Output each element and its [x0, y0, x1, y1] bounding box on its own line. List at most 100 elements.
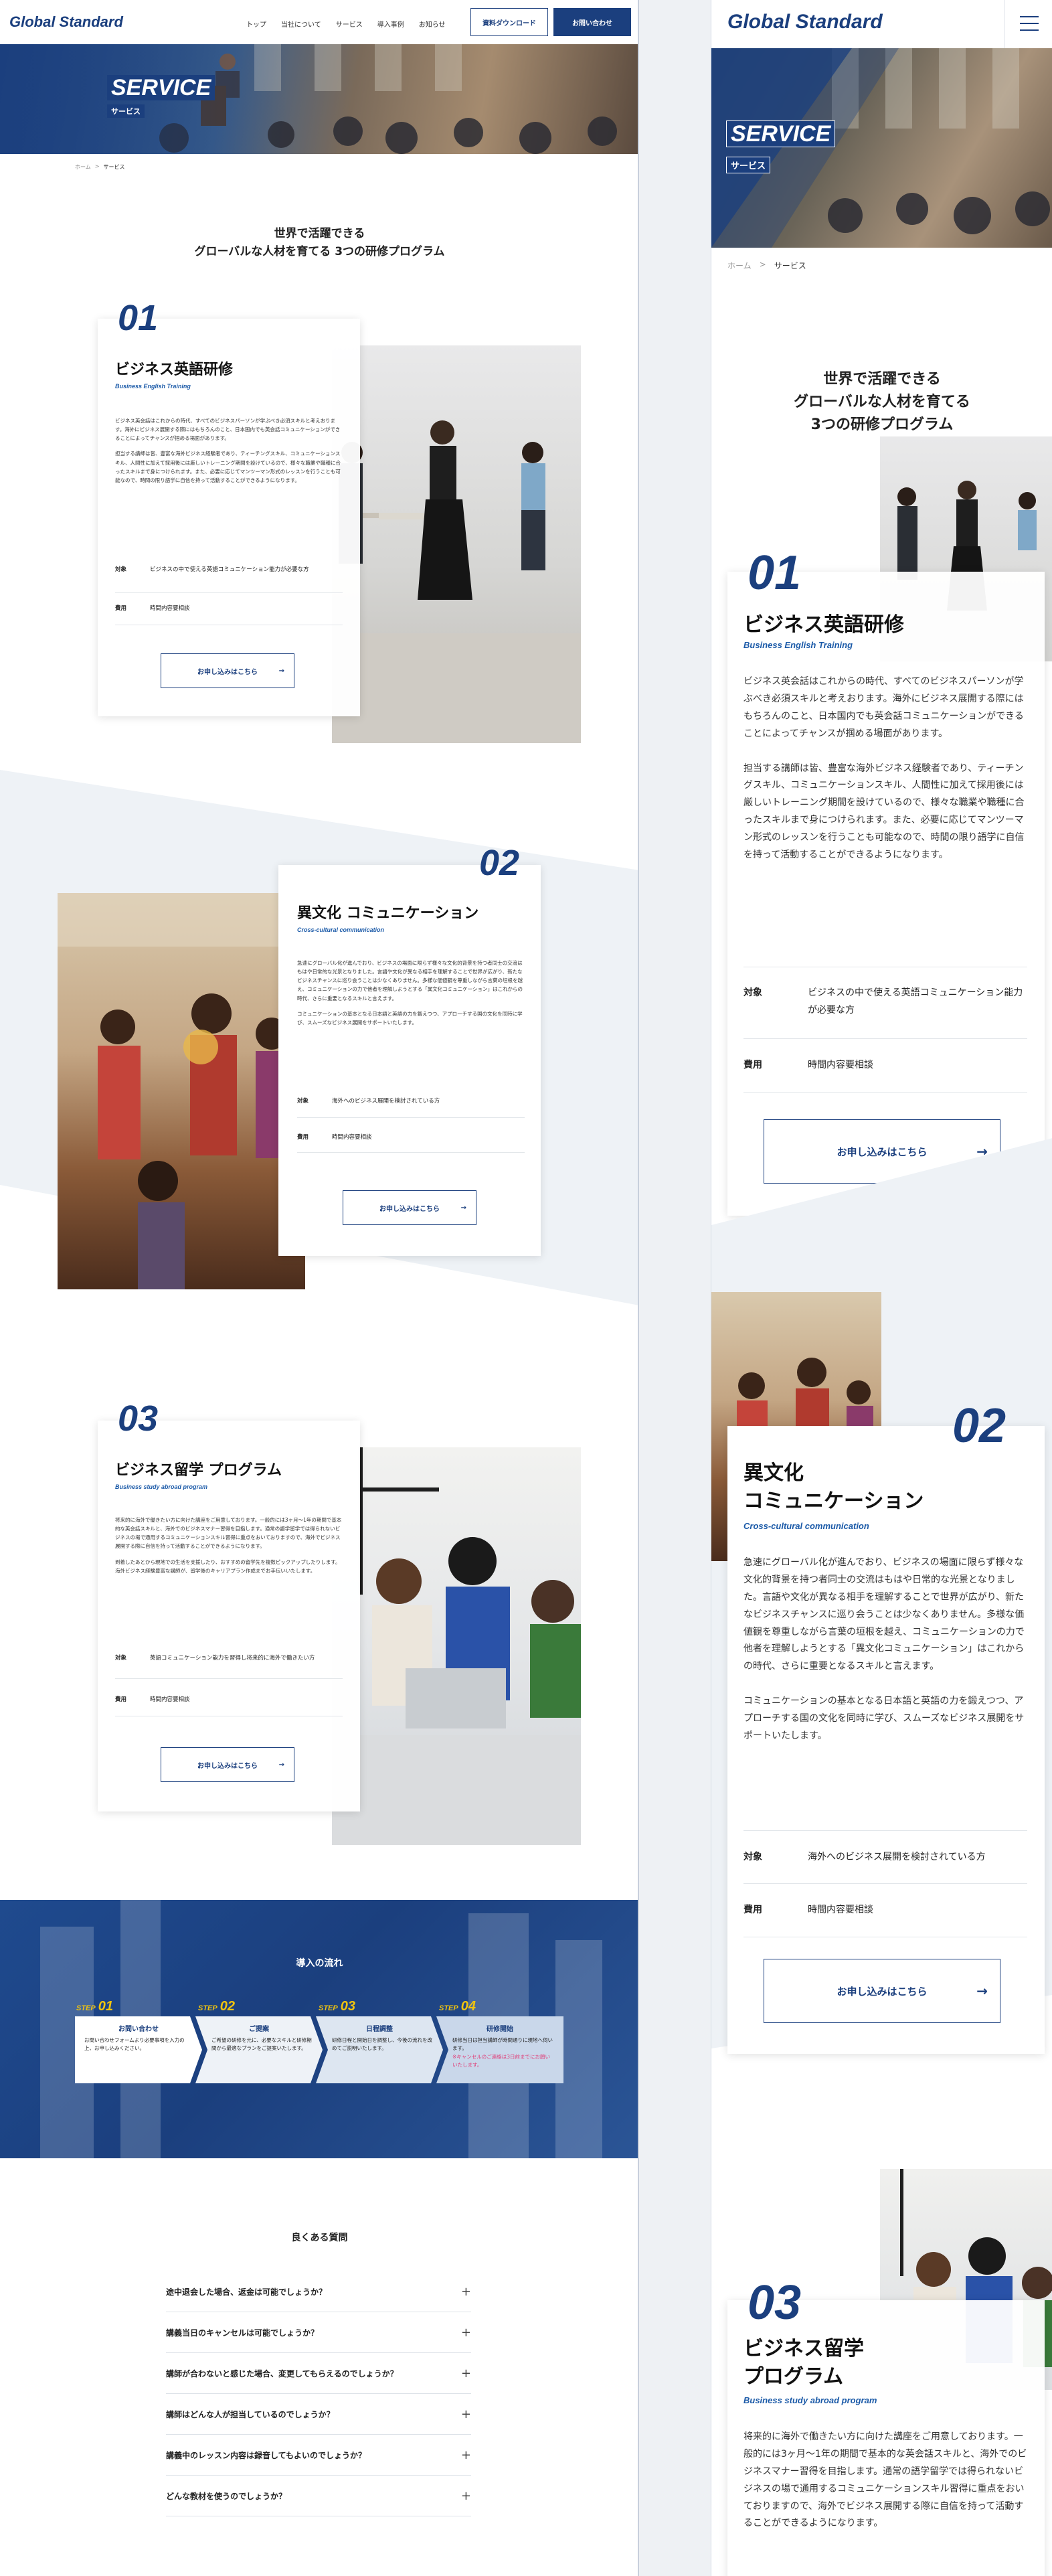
sp-program-03-title-line1: ビジネス留学: [743, 2337, 864, 2360]
arrow-right-icon: →: [976, 1983, 988, 1999]
faq-item[interactable]: 講義当日のキャンセルは可能でしょうか？ +: [166, 2313, 471, 2353]
nav-item-about[interactable]: 当社について: [281, 19, 321, 29]
program-02-number: 02: [479, 843, 520, 883]
program-03-fee-label: 費用: [115, 1696, 127, 1703]
flow-step-4-label: STEP 04: [439, 1999, 476, 2014]
flow-step-2: ご提案 ご希望の研修を元に、必要なスキルと研修期間から最適なプランをご提案いたし…: [195, 2016, 323, 2083]
sp-breadcrumb-separator: >: [759, 260, 766, 269]
faq-item[interactable]: 講師が合わないと感じた場合、変更してもらえるのでしょうか？ +: [166, 2354, 471, 2394]
sp-program-02-title-line1: 異文化: [743, 1461, 804, 1485]
program-01-apply-button[interactable]: お申し込みはこちら →: [161, 653, 294, 688]
sp-logo[interactable]: Global Standard: [727, 11, 883, 33]
program-02-target-value: 海外へのビジネス展開を検討されている方: [332, 1098, 440, 1105]
breadcrumb: ホーム > サービス: [75, 163, 124, 171]
intro-line2: グローバルな人材を育てる 3つの研修プログラム: [194, 245, 445, 259]
sp-program-03-title-line2: プログラム: [743, 2365, 844, 2389]
flow-step-4: 研修開始 研修当日は担当講師が時間通りに現地へ伺います。 ※キャンセルのご連絡は…: [436, 2016, 563, 2083]
sp-program-02-number: 02: [952, 1399, 1006, 1453]
flow-step-4-note: ※キャンセルのご連絡は3日前までにお願いいたします。: [452, 2054, 551, 2068]
global-nav: トップ 当社について サービス 導入事例 お知らせ: [246, 19, 460, 29]
hero-title: SERVICE: [107, 75, 215, 100]
program-02-target-label: 対象: [297, 1098, 309, 1105]
program-03-fee-value: 時間内容要相談: [150, 1696, 190, 1703]
breadcrumb-current: サービス: [103, 164, 125, 170]
sp-program-01-target-value: ビジネスの中で使える英語コミュニケーション能力が必要な方: [808, 987, 1023, 1016]
nav-item-service[interactable]: サービス: [336, 19, 363, 29]
program-03-apply-button[interactable]: お申し込みはこちら →: [161, 1747, 294, 1782]
sp-program-02-fee-label: 費用: [743, 1905, 762, 1915]
program-02-apply-button[interactable]: お申し込みはこちら →: [343, 1190, 476, 1225]
program-01-body: ビジネス英会話はこれからの時代、すべてのビジネスパーソンが学ぶべき必須スキルと考…: [115, 416, 343, 485]
sp-program-01-title: ビジネス英語研修: [743, 613, 904, 637]
sp-intro-line1: 世界で活躍できる: [823, 371, 941, 388]
sp-program-02-body-p1: 急速にグローバル化が進んでおり、ビジネスの場面に限らず様々な文化的背景を持つ者同…: [743, 1557, 1025, 1672]
program-03-body-p2: 到着したあとから現地での生活を支援したり、おすすめの留学先を複数ピックアップした…: [115, 1558, 341, 1574]
breadcrumb-separator: >: [94, 163, 100, 169]
flow-step-1-label: STEP 01: [76, 1999, 113, 2014]
sp-program-02-body: 急速にグローバル化が進んでおり、ビジネスの場面に限らず様々な文化的背景を持つ者同…: [743, 1554, 1027, 1745]
faq-title: 良くある質問: [291, 2233, 348, 2243]
flow-step-3-label: STEP 03: [319, 1999, 355, 2014]
contact-button[interactable]: お問い合わせ: [553, 8, 631, 36]
sp-intro-line3: 3つの研修プログラム: [810, 416, 954, 434]
sp-program-01-target-row: 対象 ビジネスの中で使える英語コミュニケーション能力が必要な方: [743, 967, 1027, 1039]
pc-layout: Global Standard トップ 当社について サービス 導入事例 お知ら…: [0, 0, 639, 2576]
sp-program-02-target-label: 対象: [743, 1852, 762, 1862]
program-01-target-row: 対象 ビジネスの中で使える英語コミュニケーション能力が必要な方: [115, 560, 343, 593]
program-02-body-p1: 急速にグローバル化が進んでおり、ビジネスの場面に限らず様々な文化的背景を持つ者同…: [297, 960, 523, 1001]
intro-heading: 世界で活躍できる グローバルな人材を育てる 3つの研修プログラム: [0, 225, 638, 261]
sp-intro-heading: 世界で活躍できる グローバルな人材を育てる 3つの研修プログラム: [711, 368, 1052, 436]
intro-line1: 世界で活躍できる: [274, 227, 365, 240]
program-01-body-p1: ビジネス英会話はこれからの時代、すべてのビジネスパーソンが学ぶべき必須スキルと考…: [115, 418, 341, 442]
sp-layout: Global Standard SERVICE サービス ホーム > サービス …: [711, 0, 1052, 2576]
nav-item-news[interactable]: お知らせ: [419, 19, 446, 29]
faq-item[interactable]: 講義中のレッスン内容は録音してもよいのでしょうか？ +: [166, 2435, 471, 2476]
breadcrumb-home[interactable]: ホーム: [75, 163, 91, 171]
nav-item-cases[interactable]: 導入事例: [377, 19, 404, 29]
sp-program-02-apply-label: お申し込みはこちら: [837, 1985, 928, 1998]
sp-program-01-target-label: 対象: [743, 987, 762, 998]
nav-item-top[interactable]: トップ: [246, 19, 266, 29]
faq-item[interactable]: 講師はどんな人が担当しているのでしょうか？ +: [166, 2395, 471, 2435]
program-03-image: [332, 1447, 581, 1845]
logo[interactable]: Global Standard: [9, 13, 123, 31]
sp-hero-subtitle: サービス: [726, 157, 771, 173]
flow-step-3: 日程調整 研修日程と開始日を調整し、今後の流れを改めてご説明いたします。: [316, 2016, 443, 2083]
flow-step-2-label: STEP 02: [198, 1999, 235, 2014]
sp-program-01-body-p2: 担当する講師は皆、豊富な海外ビジネス経験者であり、ティーチングスキル、コミュニケ…: [743, 762, 1025, 861]
program-03-target-value: 英語コミュニケーション能力を習得し将来的に海外で働きたい方: [150, 1655, 315, 1662]
flow-step-1-title: お問い合わせ: [118, 2026, 159, 2033]
program-01-image: [332, 345, 581, 743]
plus-icon: +: [460, 2366, 471, 2381]
sp-program-02-fee-row: 費用 時間内容要相談: [743, 1884, 1027, 1937]
sp-program-02-apply-button[interactable]: お申し込みはこちら →: [764, 1959, 1000, 2023]
flow-step-3-desc: 研修日程と開始日を調整し、今後の流れを改めてご説明いたします。: [332, 2037, 432, 2051]
program-01-fee-row: 費用 時間内容要相談: [115, 600, 343, 625]
plus-icon: +: [460, 2326, 471, 2340]
download-button[interactable]: 資料ダウンロード: [470, 8, 548, 36]
faq-item[interactable]: どんな教材を使うのでしょうか？ +: [166, 2476, 471, 2516]
arrow-right-icon: →: [278, 1761, 284, 1769]
sp-program-03-body: 将来的に海外で働きたい方に向けた講座をご用意しております。一般的には3ヶ月〜1年…: [743, 2429, 1027, 2532]
arrow-right-icon: →: [278, 667, 284, 675]
hamburger-menu-icon[interactable]: [1004, 0, 1052, 48]
sp-program-03-number: 03: [748, 2276, 802, 2330]
program-03-apply-label: お申し込みはこちら: [197, 1762, 258, 1770]
sp-breadcrumb: ホーム > サービス: [727, 260, 806, 271]
sp-hero-title: SERVICE: [726, 120, 836, 147]
arrow-right-icon: →: [460, 1204, 466, 1212]
program-01-apply-label: お申し込みはこちら: [197, 668, 258, 676]
sp-program-01-fee-row: 費用 時間内容要相談: [743, 1039, 1027, 1093]
program-03-title: ビジネス留学 プログラム: [115, 1462, 282, 1479]
sp-breadcrumb-home[interactable]: ホーム: [727, 260, 752, 271]
flow-step-3-title: 日程調整: [366, 2026, 393, 2033]
sp-hero-image: SERVICE サービス: [711, 48, 1052, 248]
plus-icon: +: [460, 2285, 471, 2299]
program-02-subtitle: Cross-cultural communication: [297, 927, 385, 933]
sp-intro-line2: グローバルな人材を育てる: [794, 394, 970, 411]
program-02-fee-row: 費用 時間内容要相談: [297, 1126, 525, 1153]
plus-icon: +: [460, 2489, 471, 2503]
sp-program-01-body-p1: ビジネス英会話はこれからの時代、すべてのビジネスパーソンが学ぶべき必須スキルと考…: [743, 676, 1024, 739]
header: Global Standard トップ 当社について サービス 導入事例 お知ら…: [0, 0, 638, 44]
faq-item[interactable]: 途中退会した場合、返金は可能でしょうか？ +: [166, 2272, 471, 2312]
